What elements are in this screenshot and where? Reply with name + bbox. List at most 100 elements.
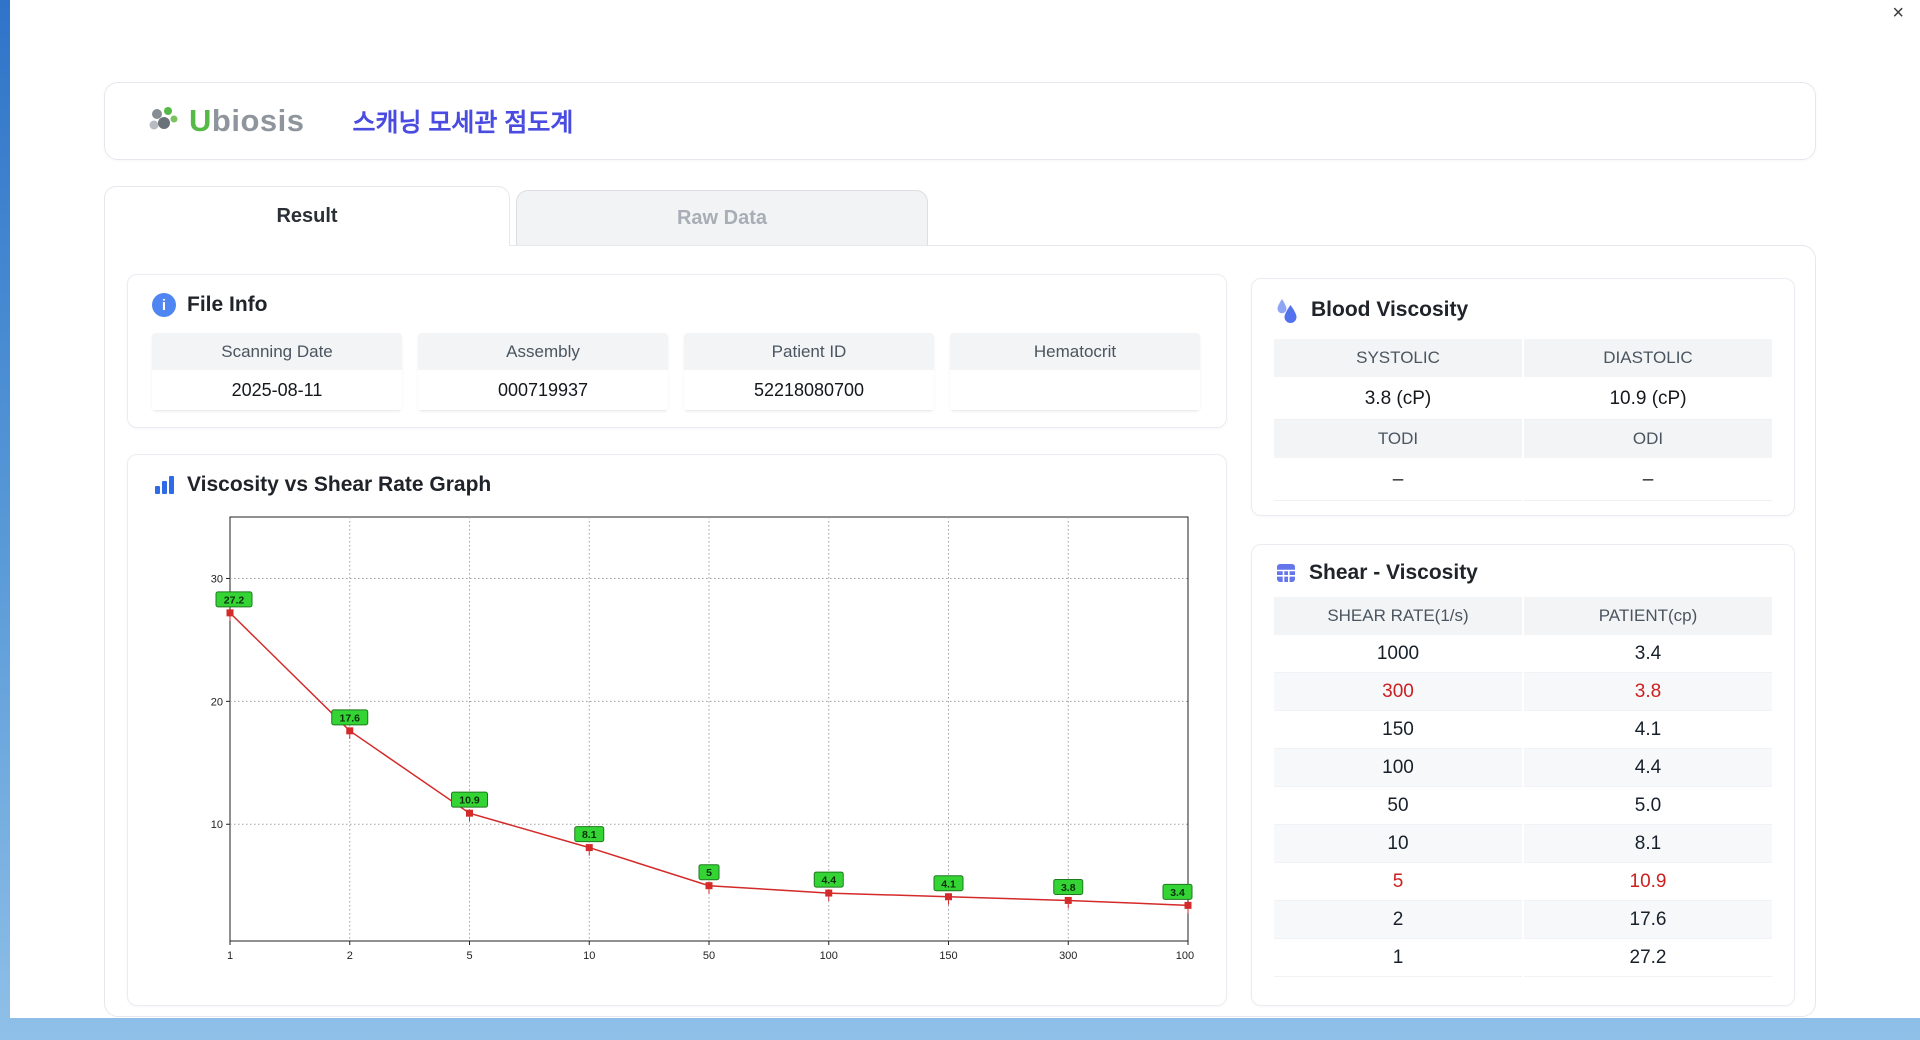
field-label: Assembly — [418, 333, 668, 370]
svg-text:100: 100 — [820, 950, 838, 962]
table-row: 100 4.4 — [1274, 749, 1772, 787]
table-row: 1 27.2 — [1274, 939, 1772, 977]
field-value: 2025-08-11 — [152, 370, 402, 411]
field-scanning-date: Scanning Date 2025-08-11 — [152, 333, 402, 411]
droplets-icon — [1277, 299, 1297, 323]
shear-rate-cell: 150 — [1274, 711, 1522, 749]
patient-cell: 27.2 — [1524, 939, 1772, 977]
diastolic-value: 10.9 (cP) — [1524, 377, 1772, 420]
systolic-label: SYSTOLIC — [1274, 339, 1522, 377]
shear-rate-cell: 100 — [1274, 749, 1522, 787]
shear-viscosity-section: Shear - Viscosity SHEAR RATE(1/s) PATIEN… — [1251, 544, 1795, 1006]
table-header-row: SHEAR RATE(1/s) PATIENT(cp) — [1274, 597, 1772, 635]
field-value — [950, 370, 1200, 411]
svg-text:30: 30 — [211, 573, 223, 585]
file-info-section: i File Info Scanning Date 2025-08-11 Ass… — [127, 274, 1227, 428]
svg-text:20: 20 — [211, 696, 223, 708]
patient-cell: 5.0 — [1524, 787, 1772, 825]
shear-rate-cell: 2 — [1274, 901, 1522, 939]
patient-cell: 10.9 — [1524, 863, 1772, 901]
page-title: 스캐닝 모세관 점도계 — [352, 109, 574, 137]
svg-text:1: 1 — [227, 950, 233, 962]
patient-cell: 3.8 — [1524, 673, 1772, 711]
todi-label: TODI — [1274, 420, 1522, 458]
svg-text:150: 150 — [939, 950, 957, 962]
blood-viscosity-table: SYSTOLIC DIASTOLIC 3.8 (cP) 10.9 (cP) TO… — [1274, 339, 1772, 501]
svg-text:5: 5 — [466, 950, 472, 962]
patient-cell: 4.4 — [1524, 749, 1772, 787]
blood-viscosity-header: Blood Viscosity — [1274, 297, 1772, 323]
app-window: × Ubiosis 스캐닝 모세관 점도계 Result Raw Data i … — [10, 0, 1920, 1018]
tab-raw-data[interactable]: Raw Data — [516, 190, 928, 245]
table-row: 5 10.9 — [1274, 863, 1772, 901]
svg-text:5: 5 — [706, 867, 712, 879]
table-row: 300 3.8 — [1274, 673, 1772, 711]
svg-text:10: 10 — [211, 819, 223, 831]
odi-label: ODI — [1524, 420, 1772, 458]
shear-viscosity-title: Shear - Viscosity — [1309, 561, 1478, 584]
result-panel: i File Info Scanning Date 2025-08-11 Ass… — [104, 245, 1816, 1017]
patient-cell: 3.4 — [1524, 635, 1772, 673]
table-row: 1000 3.4 — [1274, 635, 1772, 673]
shear-rate-cell: 1 — [1274, 939, 1522, 977]
bar-chart-icon — [155, 476, 174, 494]
table-row: 50 5.0 — [1274, 787, 1772, 825]
svg-text:300: 300 — [1059, 950, 1077, 962]
patient-cell: 4.1 — [1524, 711, 1772, 749]
tab-result[interactable]: Result — [104, 186, 510, 246]
table-body: 1000 3.4 300 3.8 150 4.1 100 4.4 50 5.0 10 8.1 5 10.9… — [1274, 635, 1772, 977]
svg-text:10.9: 10.9 — [459, 795, 480, 807]
field-hematocrit: Hematocrit — [950, 333, 1200, 411]
patient-column-header: PATIENT(cp) — [1524, 597, 1772, 635]
blood-viscosity-section: Blood Viscosity SYSTOLIC DIASTOLIC 3.8 (… — [1251, 278, 1795, 516]
svg-text:27.2: 27.2 — [224, 594, 245, 606]
info-icon: i — [152, 293, 176, 317]
todi-value: – — [1274, 458, 1522, 501]
shear-rate-cell: 1000 — [1274, 635, 1522, 673]
shear-rate-cell: 5 — [1274, 863, 1522, 901]
svg-text:4.1: 4.1 — [941, 878, 956, 890]
svg-text:8.1: 8.1 — [582, 829, 597, 841]
diastolic-label: DIASTOLIC — [1524, 339, 1772, 377]
file-info-header: i File Info — [152, 293, 1202, 317]
ubiosis-logo: Ubiosis — [147, 103, 304, 139]
graph-header: Viscosity vs Shear Rate Graph — [152, 473, 1202, 497]
graph-title: Viscosity vs Shear Rate Graph — [187, 473, 492, 496]
app-header: Ubiosis 스캐닝 모세관 점도계 — [104, 82, 1816, 160]
logo-text: Ubiosis — [189, 103, 305, 138]
table-row: 2 17.6 — [1274, 901, 1772, 939]
shear-rate-cell: 50 — [1274, 787, 1522, 825]
svg-text:17.6: 17.6 — [340, 712, 361, 724]
field-label: Hematocrit — [950, 333, 1200, 370]
shear-rate-cell: 300 — [1274, 673, 1522, 711]
field-patient-id: Patient ID 52218080700 — [684, 333, 934, 411]
shear-viscosity-header: Shear - Viscosity — [1274, 561, 1772, 585]
field-value: 52218080700 — [684, 370, 934, 411]
logo-dots-icon — [149, 107, 178, 130]
systolic-value: 3.8 (cP) — [1274, 377, 1522, 420]
field-value: 000719937 — [418, 370, 668, 411]
shear-rate-cell: 10 — [1274, 825, 1522, 863]
table-row: 150 4.1 — [1274, 711, 1772, 749]
odi-value: – — [1524, 458, 1772, 501]
field-label: Scanning Date — [152, 333, 402, 370]
patient-cell: 8.1 — [1524, 825, 1772, 863]
file-info-title: File Info — [187, 293, 268, 316]
blood-viscosity-title: Blood Viscosity — [1311, 298, 1469, 321]
close-icon[interactable]: × — [1892, 2, 1904, 24]
svg-text:50: 50 — [703, 950, 715, 962]
grid-table-icon — [1277, 564, 1295, 582]
table-row: 10 8.1 — [1274, 825, 1772, 863]
shear-rate-column-header: SHEAR RATE(1/s) — [1274, 597, 1522, 635]
svg-text:2: 2 — [347, 950, 353, 962]
svg-text:10: 10 — [583, 950, 595, 962]
chart-wrap: 1 2 5 10 50 100 150 300 1000 10 20 3027.2 17.6 10.9 8.… — [194, 511, 1202, 981]
viscosity-chart: 1 2 5 10 50 100 150 300 1000 10 20 3027.2 17.6 10.9 8.… — [211, 516, 1194, 962]
svg-text:1000: 1000 — [1176, 950, 1194, 962]
svg-text:3.4: 3.4 — [1170, 887, 1185, 899]
patient-cell: 17.6 — [1524, 901, 1772, 939]
field-assembly: Assembly 000719937 — [418, 333, 668, 411]
svg-text:3.8: 3.8 — [1061, 882, 1076, 894]
shear-viscosity-table: SHEAR RATE(1/s) PATIENT(cp) 1000 3.4 300 3.… — [1274, 597, 1772, 977]
file-info-fields: Scanning Date 2025-08-11 Assembly 000719… — [152, 333, 1202, 411]
